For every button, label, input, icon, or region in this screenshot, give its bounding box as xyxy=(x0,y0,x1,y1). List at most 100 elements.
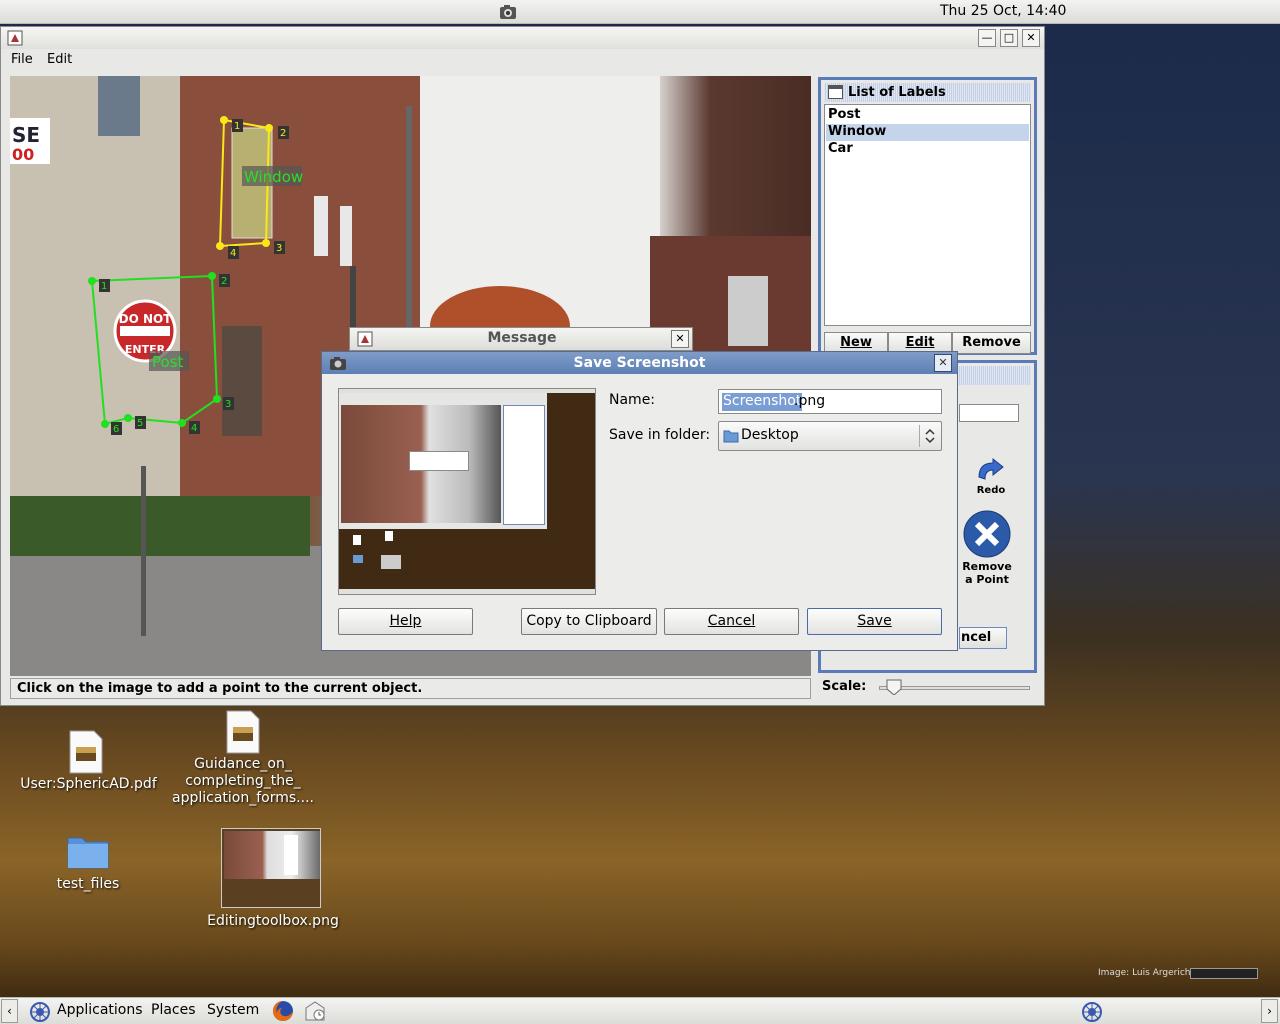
places-menu[interactable]: Places xyxy=(151,1002,196,1018)
desktop-folder-icon xyxy=(723,429,739,443)
redo-label: Redo xyxy=(976,485,1006,496)
vertex-number: 3 xyxy=(225,399,231,410)
preview-bottom-panel xyxy=(339,589,595,594)
desktop-icon-label: User:SphericAD.pdf xyxy=(20,776,157,792)
preview-desktop-icon xyxy=(353,555,363,563)
window-polygon-label: Window xyxy=(244,168,303,186)
building-window xyxy=(340,206,352,266)
close-button[interactable]: ✕ xyxy=(671,330,689,348)
filename-input[interactable]: Screenshot .png xyxy=(718,389,942,414)
sign-text: DO NOT xyxy=(119,312,173,326)
vertex-number: 5 xyxy=(137,418,143,429)
polygon-vertex[interactable] xyxy=(124,414,132,422)
building-window xyxy=(728,276,768,346)
close-button[interactable]: ✕ xyxy=(934,354,952,372)
close-button[interactable]: ✕ xyxy=(1022,29,1040,47)
combo-divider xyxy=(919,425,920,447)
polygon-vertex[interactable] xyxy=(213,395,221,403)
desktop-icon-label: Editingtoolbox.png xyxy=(207,913,339,929)
vertex-number: 3 xyxy=(276,243,282,254)
dialog-title: Save Screenshot xyxy=(573,355,706,371)
status-text: Click on the image to add a point to the… xyxy=(17,681,423,696)
labels-panel-title: List of Labels xyxy=(848,85,946,100)
pdf-file-icon[interactable] xyxy=(66,729,106,775)
thumbnail-panel xyxy=(284,835,298,875)
polygon-vertex[interactable] xyxy=(262,239,270,247)
polygon-vertex[interactable] xyxy=(101,420,109,428)
vertex-number: 1 xyxy=(101,281,107,292)
gnome-foot-icon xyxy=(1081,1001,1103,1023)
menubar: File Edit xyxy=(1,49,1044,71)
vertex-number: 4 xyxy=(230,248,236,259)
scale-slider-thumb[interactable] xyxy=(886,679,902,696)
preview-dialog xyxy=(409,451,469,471)
sign-pole xyxy=(141,466,146,636)
image-file-thumbnail[interactable] xyxy=(221,828,321,908)
mail-clock-icon[interactable] xyxy=(304,1000,326,1022)
message-dialog-title: Message xyxy=(487,330,557,346)
minimize-button[interactable]: — xyxy=(978,29,996,47)
gnome-foot-icon xyxy=(29,1001,51,1023)
preview-desktop-icon xyxy=(353,535,361,545)
system-menu[interactable]: System xyxy=(207,1002,259,1018)
desktop-icon-label: test_files xyxy=(56,876,120,892)
screenshot-camera-icon[interactable] xyxy=(498,3,518,21)
sign-text: 00 xyxy=(12,145,34,164)
firefox-icon[interactable] xyxy=(272,1000,294,1022)
maximize-button[interactable]: □ xyxy=(1000,29,1018,47)
polygon-vertex[interactable] xyxy=(88,277,96,285)
bottom-panel: ‹ Applications Places System › xyxy=(0,997,1280,1024)
scroll-left-button[interactable]: ‹ xyxy=(1,999,18,1023)
labels-panel-titlebar[interactable]: List of Labels xyxy=(824,83,1031,102)
post-polygon-label: Post xyxy=(152,353,184,371)
vertex-number: 6 xyxy=(113,424,119,435)
combo-arrows-icon xyxy=(923,426,937,446)
scale-label: Scale: xyxy=(822,679,867,694)
preview-desktop-icon xyxy=(381,555,401,569)
labels-list[interactable]: Post Window Car xyxy=(824,104,1031,326)
folder-icon[interactable] xyxy=(66,832,110,870)
applications-menu[interactable]: Applications xyxy=(57,1002,143,1018)
vertex-number: 1 xyxy=(234,121,240,132)
polygon-vertex[interactable] xyxy=(265,124,273,132)
cc-license-badge xyxy=(1190,968,1258,979)
cancel-button[interactable]: ncel xyxy=(959,627,1007,649)
redo-icon[interactable] xyxy=(973,457,1007,483)
clock[interactable]: Thu 25 Oct, 14:40 xyxy=(940,3,1066,19)
polygon-vertex[interactable] xyxy=(208,272,216,280)
sign-text: SE xyxy=(12,123,40,147)
wallpaper-credit: Image: Luis Argerich xyxy=(1098,968,1191,978)
copy-to-clipboard-button[interactable]: Copy to Clipboard xyxy=(521,608,657,635)
folder-combo[interactable]: Desktop xyxy=(718,421,942,451)
vertex-number: 2 xyxy=(221,276,227,287)
help-button[interactable]: Help xyxy=(338,608,473,635)
polygon-vertex[interactable] xyxy=(216,242,224,250)
preview-desktop-icon xyxy=(385,531,393,541)
document-file-icon[interactable] xyxy=(223,709,263,755)
app-icon xyxy=(7,30,23,46)
polygon-vertex[interactable] xyxy=(178,419,186,427)
label-item-car[interactable]: Car xyxy=(826,141,1029,158)
remove-point-icon[interactable] xyxy=(962,509,1012,559)
panel-icon xyxy=(828,85,843,99)
desktop-icon-label: Guidance_on_ completing_the_ application… xyxy=(172,756,314,806)
hedge xyxy=(10,496,310,556)
label-name-input[interactable] xyxy=(959,404,1019,422)
save-folder-label: Save in folder: xyxy=(609,427,711,443)
dialog-titlebar[interactable]: Save Screenshot ✕ xyxy=(322,352,957,374)
top-panel: Thu 25 Oct, 14:40 xyxy=(0,0,1280,24)
remove-label-button[interactable]: Remove xyxy=(952,332,1031,354)
save-button[interactable]: Save xyxy=(807,608,942,635)
label-item-post[interactable]: Post xyxy=(826,107,1029,124)
vertex-number: 4 xyxy=(191,423,197,434)
polygon-vertex[interactable] xyxy=(220,116,228,124)
menu-file[interactable]: File xyxy=(11,52,33,67)
name-label: Name: xyxy=(609,392,656,408)
message-dialog: Message ✕ xyxy=(349,327,693,351)
menu-edit[interactable]: Edit xyxy=(47,52,72,67)
cancel-button[interactable]: Cancel xyxy=(664,608,799,635)
label-item-window[interactable]: Window xyxy=(826,124,1029,141)
window-titlebar[interactable]: — □ ✕ xyxy=(1,27,1044,49)
scroll-right-button[interactable]: › xyxy=(1261,999,1278,1023)
building-window xyxy=(222,326,262,436)
